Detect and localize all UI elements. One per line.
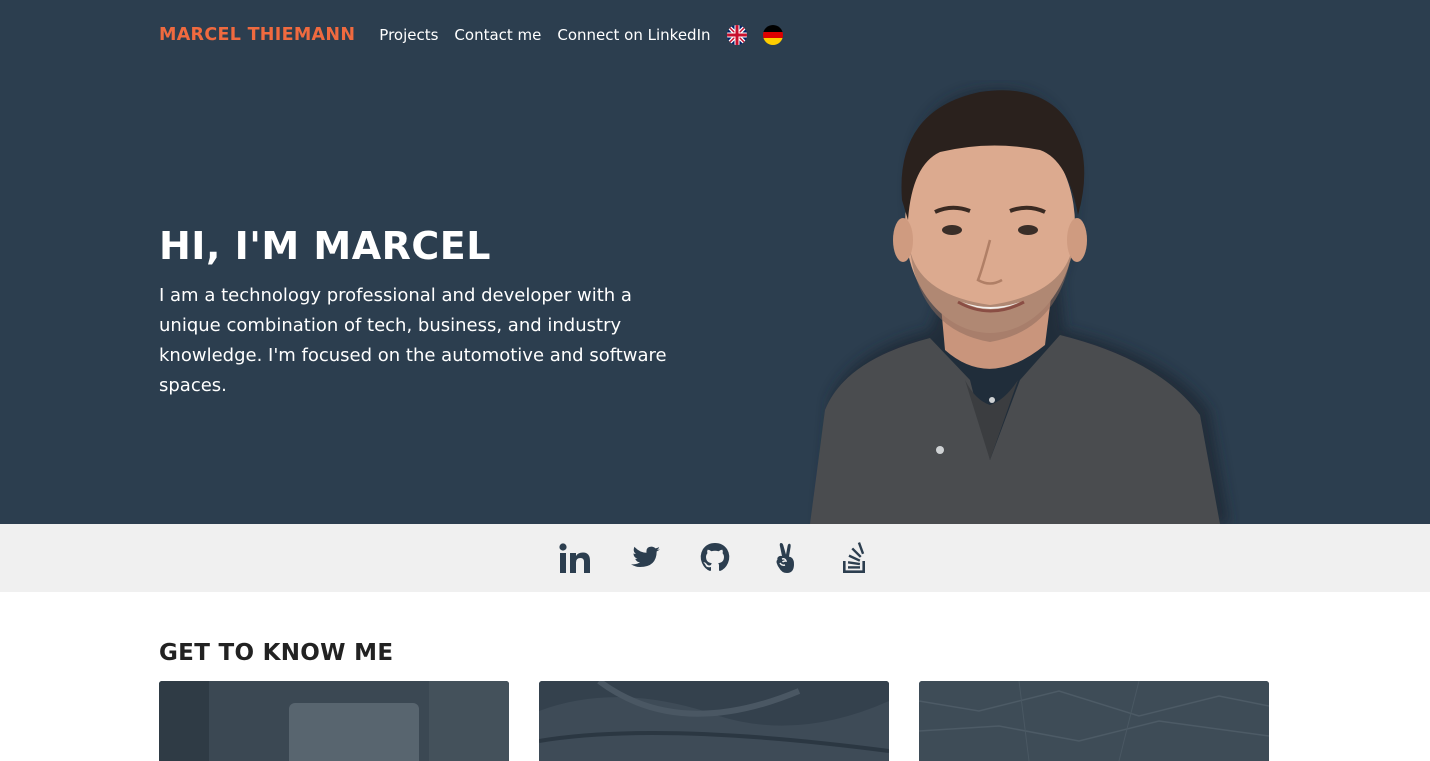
about-card-3[interactable] (919, 681, 1269, 761)
twitter-icon[interactable] (629, 542, 661, 574)
page: MARCEL THIEMANN Projects Contact me Conn… (0, 0, 1430, 761)
portrait-image (810, 88, 1230, 524)
social-links-bar (0, 524, 1430, 592)
hero-title: HI, I'M MARCEL (159, 224, 491, 268)
about-card-1[interactable] (159, 681, 509, 761)
section-title-about: GET TO KNOW ME (159, 640, 394, 666)
card-3-image (919, 681, 1269, 761)
angellist-icon[interactable] (769, 542, 801, 574)
top-navigation: MARCEL THIEMANN Projects Contact me Conn… (159, 22, 799, 48)
stackoverflow-icon[interactable] (839, 542, 871, 574)
linkedin-icon[interactable] (559, 542, 591, 574)
hero-description: I am a technology professional and devel… (159, 285, 667, 396)
nav-link-linkedin[interactable]: Connect on LinkedIn (557, 26, 710, 44)
nav-link-contact[interactable]: Contact me (454, 26, 541, 44)
github-icon[interactable] (699, 542, 731, 574)
card-2-image (539, 681, 889, 761)
nav-link-projects[interactable]: Projects (379, 26, 438, 44)
card-1-image (159, 681, 509, 761)
english-flag-icon[interactable] (726, 25, 747, 45)
brand-logo-link[interactable]: MARCEL THIEMANN (159, 25, 355, 45)
about-card-2[interactable] (539, 681, 889, 761)
hero-section: MARCEL THIEMANN Projects Contact me Conn… (0, 0, 1430, 524)
about-cards (159, 681, 1269, 761)
german-flag-icon[interactable] (762, 25, 783, 45)
